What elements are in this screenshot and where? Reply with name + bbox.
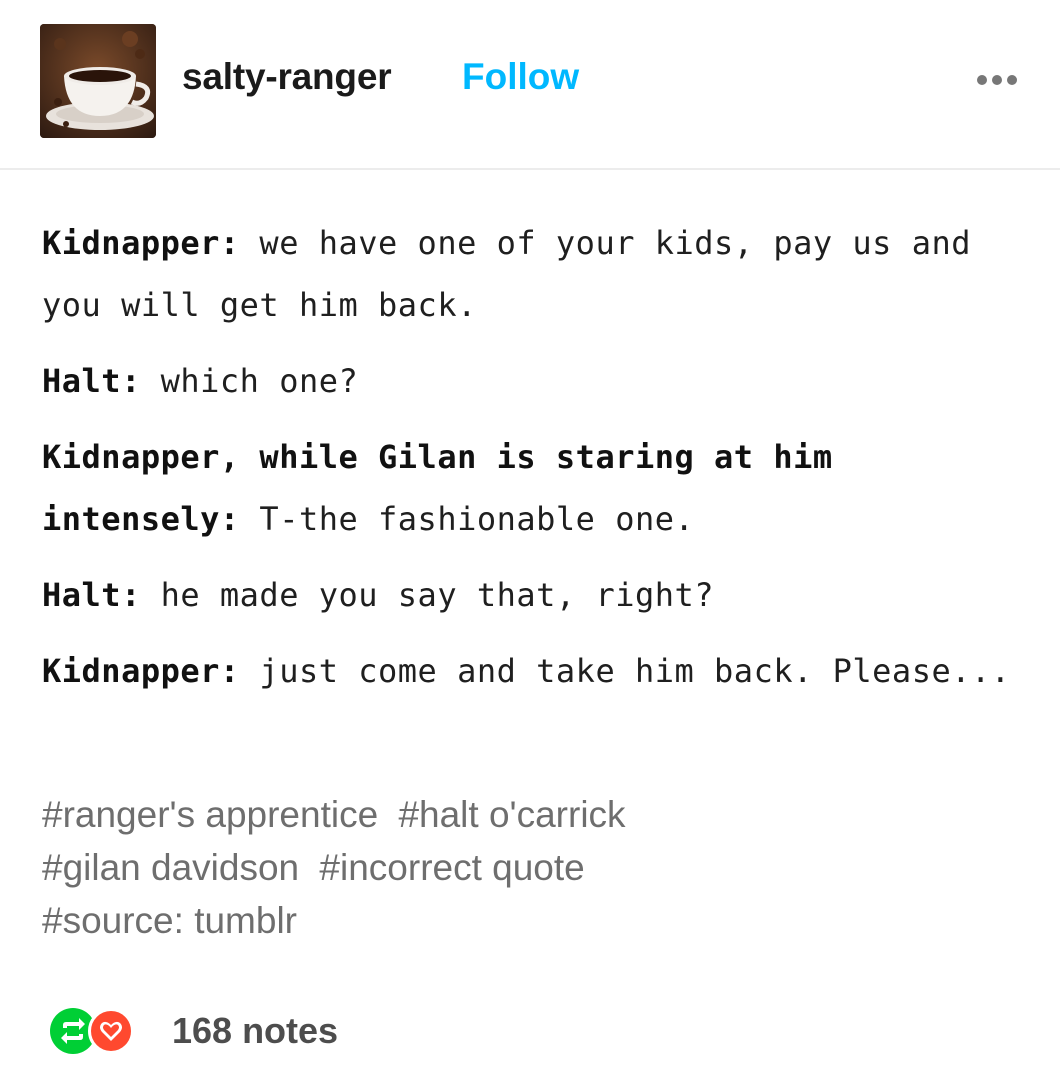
blog-username[interactable]: salty-ranger	[182, 56, 392, 98]
dialogue-line: Kidnapper, while Gilan is staring at him…	[42, 426, 1022, 550]
more-dots-icon[interactable]	[972, 70, 1022, 90]
speaker: Kidnapper:	[42, 224, 240, 262]
dialogue-line: Kidnapper: just come and take him back. …	[42, 640, 1022, 702]
tag-rangers-apprentice[interactable]: #ranger's apprentice	[42, 794, 378, 835]
dialogue-text: he made you say that, right?	[140, 576, 715, 614]
speaker: Halt:	[42, 362, 141, 400]
dialogue-text: just come and take him back. Please...	[239, 652, 1011, 690]
tag-incorrect-quote[interactable]: #incorrect quote	[319, 847, 584, 888]
dialogue-line: Halt: he made you say that, right?	[42, 564, 1022, 626]
dialogue-text: which one?	[140, 362, 359, 400]
tag-source-tumblr[interactable]: #source: tumblr	[42, 900, 297, 941]
post-body: Kidnapper: we have one of your kids, pay…	[42, 212, 1022, 716]
dialogue-text: T-the fashionable one.	[239, 500, 695, 538]
tag-gilan-davidson[interactable]: #gilan davidson	[42, 847, 299, 888]
coffee-cup-avatar-icon	[40, 24, 156, 138]
follow-button[interactable]: Follow	[462, 56, 579, 98]
heart-icon	[88, 1008, 134, 1054]
avatar[interactable]	[40, 24, 156, 138]
notes-count[interactable]: 168 notes	[172, 1010, 338, 1052]
speaker: Halt:	[42, 576, 141, 614]
speaker: Kidnapper:	[42, 652, 240, 690]
post-tags: #ranger's apprentice #halt o'carrick #gi…	[42, 788, 1002, 947]
dialogue-line: Kidnapper: we have one of your kids, pay…	[42, 212, 1022, 336]
dialogue-line: Halt: which one?	[42, 350, 1022, 412]
tag-halt-ocarrick[interactable]: #halt o'carrick	[398, 794, 625, 835]
post-header: salty-ranger Follow	[0, 0, 1060, 170]
